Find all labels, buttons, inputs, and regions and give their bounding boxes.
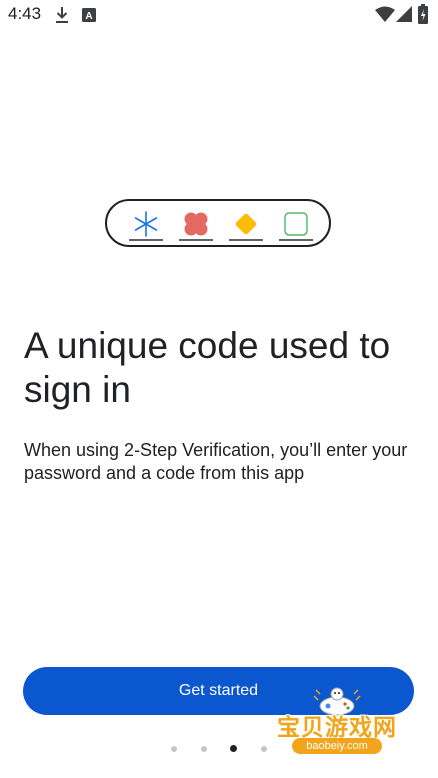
onboarding-headline: A unique code used to sign in (24, 325, 391, 410)
diamond-shape-icon (235, 213, 257, 235)
battery-icon (418, 4, 428, 24)
a-notification-icon: A (82, 8, 96, 22)
asterisk-icon (134, 211, 158, 237)
watermark-url: baobeiy.com (292, 738, 382, 754)
status-bar: 4:43 A (0, 0, 438, 30)
watermark: 宝贝游戏网 baobeiy.com (262, 687, 412, 768)
page-indicator (171, 744, 271, 754)
page-dot (201, 746, 207, 752)
page-dot (171, 746, 177, 752)
code-underline (129, 239, 163, 241)
status-time: 4:43 (8, 4, 42, 23)
svg-text:A: A (85, 11, 92, 22)
code-underline (179, 239, 213, 241)
code-illustration (105, 199, 331, 247)
watermark-text: 宝贝游戏网 (277, 715, 397, 741)
onboarding-description: When using 2-Step Verification, you’ll e… (24, 440, 408, 483)
rounded-square-icon (284, 212, 308, 236)
code-underline (229, 239, 263, 241)
download-icon (56, 7, 68, 23)
flower-shape-icon (184, 212, 208, 236)
signal-icon (396, 6, 412, 22)
code-underline (279, 239, 313, 241)
wifi-icon (375, 6, 395, 22)
page-dot-active (230, 745, 237, 752)
